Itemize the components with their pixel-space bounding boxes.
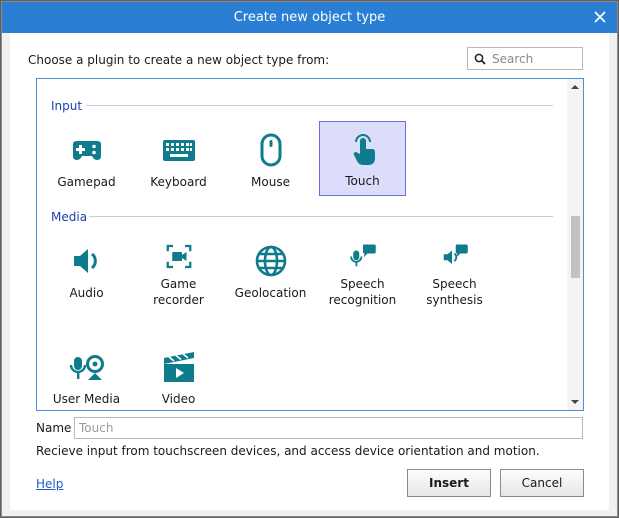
game-recorder-icon <box>166 244 191 269</box>
plugin-keyboard[interactable]: Keyboard <box>135 122 222 197</box>
plugin-label: Keyboard <box>150 175 207 189</box>
close-button[interactable] <box>589 6 611 28</box>
speech-synthesis-icon <box>443 244 468 264</box>
category-label: Input <box>51 99 83 113</box>
scroll-thumb[interactable] <box>571 216 580 278</box>
plugin-label: Speech synthesis <box>426 277 483 307</box>
search-input[interactable] <box>490 50 580 67</box>
help-link[interactable]: Help <box>36 477 63 491</box>
plugin-label: Touch <box>345 174 380 188</box>
speech-recognition-icon <box>349 244 376 267</box>
globe-icon <box>255 245 286 277</box>
plugin-label: User Media <box>52 392 121 406</box>
plugin-label: Speech recognition <box>328 277 397 307</box>
audio-icon <box>73 249 97 273</box>
search-box[interactable] <box>467 47 583 70</box>
plugin-label: Mouse <box>251 175 290 189</box>
plugin-label: Audio <box>69 286 104 300</box>
plugin-label: Gamepad <box>57 175 116 189</box>
plugin-audio[interactable]: Audio <box>43 233 130 308</box>
touch-icon <box>353 134 375 165</box>
insert-button[interactable]: Insert <box>407 469 491 497</box>
plugin-touch[interactable]: Touch <box>319 121 406 196</box>
prompt-text: Choose a plugin to create a new object t… <box>28 53 330 67</box>
plugin-game-recorder[interactable]: Game recorder <box>135 233 222 308</box>
scroll-up-arrow[interactable] <box>567 79 583 95</box>
dialog-title: Create new object type <box>233 10 386 25</box>
keyboard-icon <box>162 140 195 161</box>
search-icon <box>474 53 486 65</box>
plugin-speech-recognition[interactable]: Speech recognition <box>319 233 406 308</box>
scrollbar[interactable] <box>567 79 583 410</box>
plugin-video[interactable]: Video <box>135 339 222 410</box>
user-media-icon <box>69 355 104 380</box>
name-input[interactable] <box>74 417 583 439</box>
title-bar: Create new object type <box>2 2 617 33</box>
plugin-label: Video <box>161 392 196 406</box>
plugin-speech-synthesis[interactable]: Speech synthesis <box>411 233 498 308</box>
plugin-description: Recieve input from touchscreen devices, … <box>36 444 540 458</box>
category-input: Input <box>51 99 82 113</box>
category-label: Media <box>51 210 88 224</box>
gamepad-icon <box>72 141 101 160</box>
plugin-list[interactable]: Input Gamepad Keyboard Mouse Touch Media… <box>36 78 584 411</box>
plugin-gamepad[interactable]: Gamepad <box>43 122 130 197</box>
plugin-label: Geolocation <box>234 286 307 300</box>
name-label: Name <box>36 421 72 435</box>
plugin-geolocation[interactable]: Geolocation <box>227 233 314 308</box>
video-icon <box>163 352 194 382</box>
scroll-down-arrow[interactable] <box>567 394 583 410</box>
close-icon <box>594 11 606 23</box>
category-media: Media <box>51 210 87 224</box>
plugin-user-media[interactable]: User Media <box>43 339 130 410</box>
plugin-mouse[interactable]: Mouse <box>227 122 314 197</box>
category-divider <box>89 216 553 217</box>
mouse-icon <box>260 133 281 167</box>
cancel-button[interactable]: Cancel <box>500 469 584 497</box>
chevron-down-icon <box>571 400 579 404</box>
category-divider <box>86 105 553 106</box>
chevron-up-icon <box>571 85 579 89</box>
plugin-label: Game recorder <box>153 277 204 307</box>
